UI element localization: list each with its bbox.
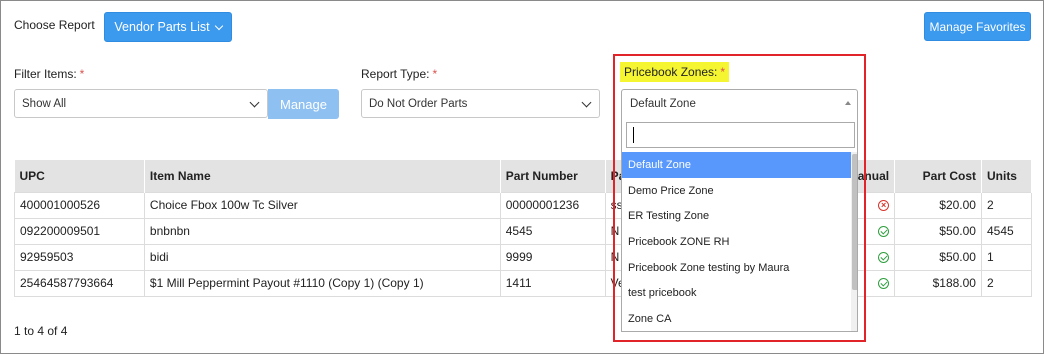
col-header-part-number[interactable]: Part Number [500,160,606,192]
cell-item-name: bnbnbn [143,217,501,245]
table-row[interactable]: 25464587793664 $1 Mill Peppermint Payout… [14,269,1033,297]
dropdown-option[interactable]: Demo Price Zone [622,178,851,204]
required-mark: * [720,65,726,79]
report-type-value: Do Not Order Parts [369,97,468,110]
table-row[interactable]: 92959503 bidi 9999 N $50.00 1 [14,243,1033,271]
pricebook-zones-dropdown: Default Zone Demo Price Zone ER Testing … [621,118,858,332]
cell-part-cost: $50.00 [894,217,982,245]
col-header-part-cost[interactable]: Part Cost [894,160,982,192]
report-button-label: Vendor Parts List [114,20,210,34]
filter-items-select[interactable]: Show All [14,89,268,118]
col-header-units[interactable]: Units [981,160,1033,192]
caret-up-icon [845,101,851,105]
table-row[interactable]: 092200009501 bnbnbn 4545 N $50.00 4545 [14,217,1033,245]
dropdown-option[interactable]: test pricebook [622,280,851,306]
cell-item-name: bidi [143,243,501,271]
chevron-down-icon [214,21,223,30]
cell-part-number: 00000001236 [499,191,606,219]
cell-item-name: $1 Mill Peppermint Payout #1110 (Copy 1)… [143,269,501,297]
required-mark: * [79,67,85,81]
filter-items-value: Show All [22,97,67,110]
parts-table: UPC Item Name Part Number Pa anual Part … [14,160,1033,297]
chevron-down-icon [581,97,592,108]
table-header-row: UPC Item Name Part Number Pa anual Part … [14,160,1033,192]
text-cursor [633,127,634,143]
manage-button[interactable]: Manage [268,89,339,119]
dropdown-option[interactable]: Pricebook Zone testing by Maura [622,255,851,281]
cell-units: 2 [980,191,1033,219]
chevron-down-icon [249,97,260,108]
pricebook-zones-value: Default Zone [630,98,696,110]
pricebook-zones-label: Pricebook Zones: * [620,62,730,82]
cell-part-cost: $188.00 [894,269,982,297]
cell-upc: 92959503 [14,243,145,271]
report-select-button[interactable]: Vendor Parts List [104,12,232,42]
cell-part-number: 4545 [499,217,606,245]
check-circle-icon [878,252,890,264]
cell-units: 4545 [980,217,1033,245]
manage-favorites-button[interactable]: Manage Favorites [924,12,1031,41]
report-type-select[interactable]: Do Not Order Parts [361,89,600,118]
cell-units: 1 [980,243,1033,271]
cell-part-number: 9999 [499,243,606,271]
col-header-upc[interactable]: UPC [14,160,145,192]
check-circle-icon [878,226,890,238]
report-type-label: Report Type: * [361,67,438,81]
dropdown-option-list: Default Zone Demo Price Zone ER Testing … [622,152,851,331]
dropdown-option[interactable]: Pricebook ZONE RH [622,229,851,255]
dropdown-option[interactable]: Default Zone [622,152,851,178]
filter-items-label: Filter Items: * [14,67,85,81]
cell-upc: 400001000526 [14,191,145,219]
x-circle-icon: × [878,200,890,212]
cell-units: 2 [980,269,1033,297]
paging-summary: 1 to 4 of 4 [14,324,68,338]
dropdown-option[interactable]: Zone CA [622,306,851,331]
pricebook-zones-select[interactable]: Default Zone [621,89,858,119]
cell-part-cost: $50.00 [894,243,982,271]
required-mark: * [432,67,438,81]
choose-report-label: Choose Report [14,18,95,32]
check-circle-icon [878,278,890,290]
dropdown-scrollbar[interactable] [851,152,857,331]
cell-part-number: 1411 [499,269,606,297]
cell-upc: 25464587793664 [14,269,145,297]
cell-upc: 092200009501 [14,217,145,245]
cell-item-name: Choice Fbox 100w Tc Silver [143,191,501,219]
dropdown-search-input[interactable] [626,122,855,148]
dropdown-option[interactable]: ER Testing Zone [622,203,851,229]
col-header-item-name[interactable]: Item Name [144,160,501,192]
scrollbar-thumb[interactable] [852,154,857,290]
cell-part-cost: $20.00 [894,191,982,219]
table-row[interactable]: 400001000526 Choice Fbox 100w Tc Silver … [14,191,1033,219]
